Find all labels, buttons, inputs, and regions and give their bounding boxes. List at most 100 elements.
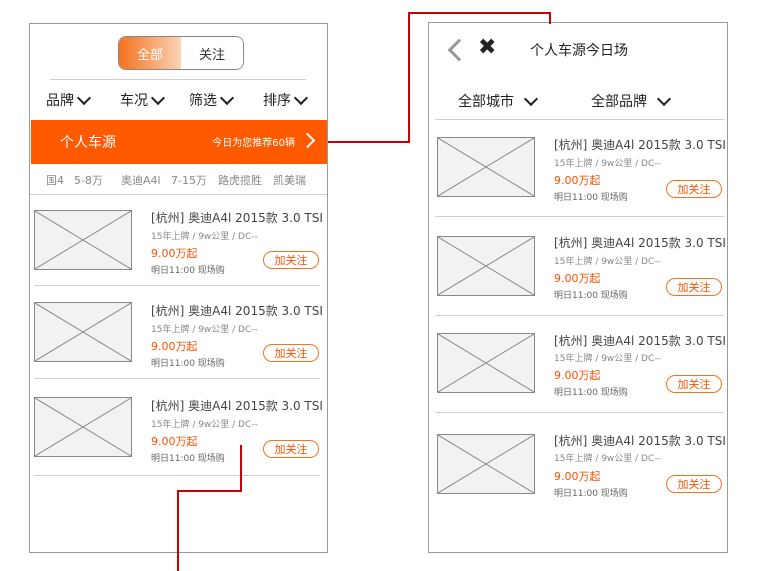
filter-brand[interactable]: 全部品牌: [591, 91, 672, 111]
list-item[interactable]: [杭州] 奥迪A4l 2015款 3.0 TSI 15年上牌 / 9w公里 / …: [34, 395, 324, 491]
filter-bar: 品牌 车况 筛选 排序: [30, 90, 327, 112]
filter-condition[interactable]: 车况: [120, 90, 166, 110]
list-item[interactable]: [杭州] 奥迪A4l 2015款 3.0 TSI 15年上牌 / 9w公里 / …: [437, 132, 727, 228]
car-specs: 15年上牌 / 9w公里 / DC--: [554, 454, 661, 464]
segmented-toggle: 全部 关注: [118, 36, 244, 70]
car-price: 9.00万起: [151, 435, 198, 448]
car-image-placeholder: [34, 210, 132, 270]
filter-screen-label: 筛选: [189, 93, 217, 109]
car-image-placeholder: [437, 137, 535, 197]
car-specs: 15年上牌 / 9w公里 / DC--: [151, 325, 258, 335]
car-price: 9.00万起: [151, 340, 198, 353]
car-title: [杭州] 奥迪A4l 2015款 3.0 TSI: [554, 138, 726, 152]
chevron-down-icon: [150, 90, 166, 105]
car-title: [杭州] 奥迪A4l 2015款 3.0 TSI: [554, 434, 726, 448]
follow-button[interactable]: 加关注: [263, 344, 319, 362]
filter-condition-label: 车况: [120, 93, 148, 109]
list-item[interactable]: [杭州] 奥迪A4l 2015款 3.0 TSI 15年上牌 / 9w公里 / …: [34, 207, 324, 303]
car-specs: 15年上牌 / 9w公里 / DC--: [151, 232, 258, 242]
flow-connector: [240, 445, 242, 492]
follow-button[interactable]: 加关注: [263, 251, 319, 269]
filter-city[interactable]: 全部城市: [458, 91, 539, 111]
tab-all[interactable]: 全部: [119, 37, 181, 69]
car-image-placeholder: [437, 236, 535, 296]
divider: [34, 475, 320, 476]
car-auction-time: 明日11:00 现场购: [151, 454, 225, 464]
filter-brand-label: 品牌: [46, 93, 74, 109]
tag[interactable]: 奥迪A4l: [121, 172, 161, 188]
car-auction-time: 明日11:00 现场购: [554, 489, 628, 499]
list-screen: 全部 关注 品牌 车况 筛选 排序 个人车源 今日为您推荐60辆 国4 5-8万…: [29, 23, 328, 553]
car-image-placeholder: [34, 397, 132, 457]
filter-city-label: 全部城市: [458, 94, 514, 110]
car-title: [杭州] 奥迪A4l 2015款 3.0 TSI: [151, 304, 323, 318]
divider: [435, 216, 724, 217]
car-price: 9.00万起: [554, 470, 601, 483]
flow-connector: [408, 12, 551, 14]
car-image-placeholder: [437, 434, 535, 494]
car-title: [杭州] 奥迪A4l 2015款 3.0 TSI: [554, 334, 726, 348]
divider: [435, 315, 724, 316]
tab-follow[interactable]: 关注: [181, 37, 243, 69]
car-auction-time: 明日11:00 现场购: [151, 266, 225, 276]
divider: [435, 412, 724, 413]
follow-button[interactable]: 加关注: [666, 278, 722, 296]
chevron-down-icon: [656, 91, 672, 106]
car-auction-time: 明日11:00 现场购: [554, 193, 628, 203]
tag[interactable]: 凯美瑞: [273, 172, 306, 188]
car-price: 9.00万起: [554, 174, 601, 187]
tag[interactable]: 5-8万: [74, 172, 103, 188]
flow-connector: [177, 490, 179, 571]
back-icon[interactable]: [447, 38, 471, 62]
car-image-placeholder: [437, 333, 535, 393]
follow-button[interactable]: 加关注: [666, 180, 722, 198]
filter-brand-label: 全部品牌: [591, 94, 647, 110]
list-item[interactable]: [杭州] 奥迪A4l 2015款 3.0 TSI 15年上牌 / 9w公里 / …: [437, 428, 727, 524]
filter-sort[interactable]: 排序: [263, 90, 309, 110]
car-price: 9.00万起: [554, 369, 601, 382]
filter-screen[interactable]: 筛选: [189, 90, 235, 110]
follow-button[interactable]: 加关注: [666, 375, 722, 393]
divider: [34, 285, 320, 286]
chevron-down-icon: [219, 90, 235, 105]
car-price: 9.00万起: [151, 247, 198, 260]
car-title: [杭州] 奥迪A4l 2015款 3.0 TSI: [151, 211, 323, 225]
car-auction-time: 明日11:00 现场购: [554, 291, 628, 301]
car-image-placeholder: [34, 302, 132, 362]
car-title: [杭州] 奥迪A4l 2015款 3.0 TSI: [554, 236, 726, 250]
flow-connector: [177, 490, 242, 492]
tag[interactable]: 7-15万: [171, 172, 207, 188]
tag-row: 国4 5-8万 奥迪A4l 7-15万 路虎揽胜 凯美瑞: [30, 172, 327, 188]
divider: [30, 194, 327, 195]
filter-brand[interactable]: 品牌: [46, 90, 92, 110]
chevron-down-icon: [76, 90, 92, 105]
list-item[interactable]: [杭州] 奥迪A4l 2015款 3.0 TSI 15年上牌 / 9w公里 / …: [437, 328, 727, 424]
list-item[interactable]: [杭州] 奥迪A4l 2015款 3.0 TSI 15年上牌 / 9w公里 / …: [437, 230, 727, 326]
car-specs: 15年上牌 / 9w公里 / DC--: [554, 257, 661, 267]
car-auction-time: 明日11:00 现场购: [151, 359, 225, 369]
flow-connector: [328, 141, 410, 143]
chevron-right-icon: [299, 132, 316, 149]
close-icon[interactable]: ✖: [478, 37, 496, 59]
divider: [34, 378, 320, 379]
car-specs: 15年上牌 / 9w公里 / DC--: [554, 159, 661, 169]
flow-connector: [408, 12, 410, 143]
promo-banner[interactable]: 个人车源 今日为您推荐60辆: [31, 120, 327, 164]
chevron-down-icon: [293, 90, 309, 105]
divider: [435, 119, 724, 120]
divider: [50, 79, 306, 80]
list-item[interactable]: [杭州] 奥迪A4l 2015款 3.0 TSI 15年上牌 / 9w公里 / …: [34, 300, 324, 396]
follow-button[interactable]: 加关注: [263, 440, 319, 458]
car-specs: 15年上牌 / 9w公里 / DC--: [554, 354, 661, 364]
car-title: [杭州] 奥迪A4l 2015款 3.0 TSI: [151, 399, 323, 413]
tag[interactable]: 路虎揽胜: [218, 172, 262, 188]
follow-button[interactable]: 加关注: [666, 475, 722, 493]
tag[interactable]: 国4: [46, 172, 64, 188]
car-specs: 15年上牌 / 9w公里 / DC--: [151, 420, 258, 430]
filter-sort-label: 排序: [263, 93, 291, 109]
page-title: 个人车源今日场: [530, 43, 628, 59]
car-auction-time: 明日11:00 现场购: [554, 388, 628, 398]
flow-connector: [549, 12, 551, 24]
chevron-down-icon: [523, 91, 539, 106]
banner-title: 个人车源: [60, 135, 116, 151]
